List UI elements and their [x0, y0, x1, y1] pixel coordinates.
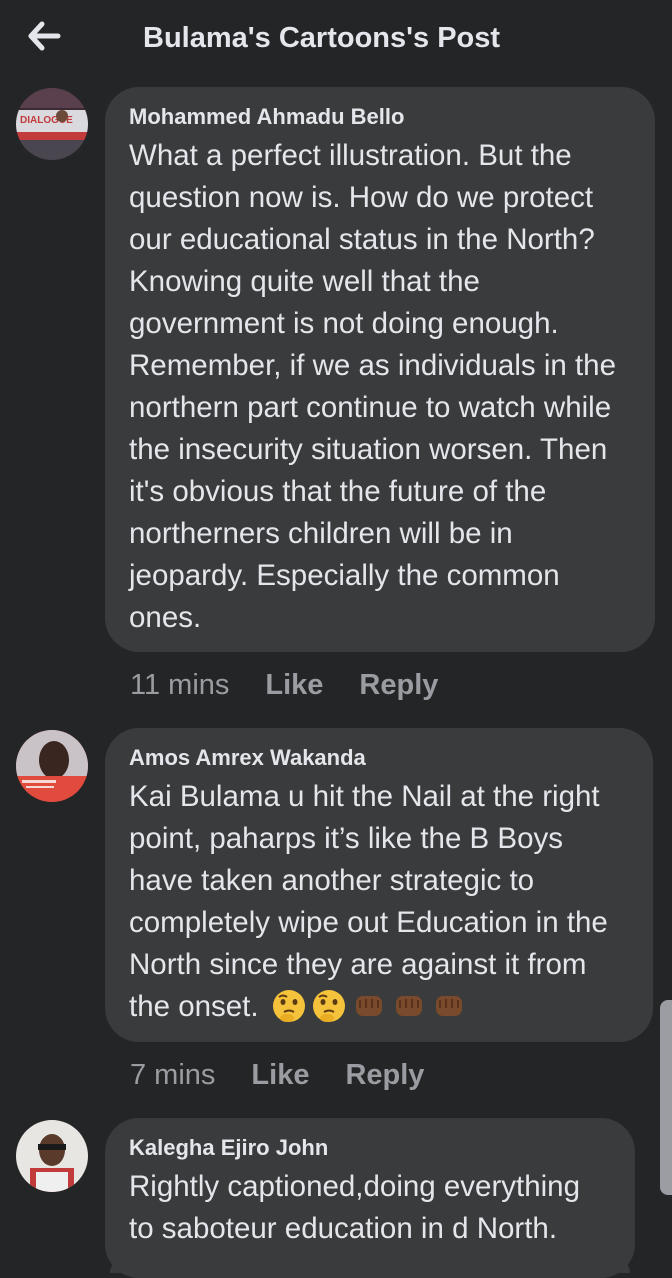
- comment-actions: 11 mins Like Reply: [130, 665, 474, 705]
- scrollbar[interactable]: [660, 1000, 672, 1195]
- like-button[interactable]: Like: [265, 669, 323, 702]
- back-button[interactable]: [24, 18, 64, 54]
- emoji-group: [259, 990, 467, 1023]
- avatar-image: [16, 730, 88, 802]
- fist-icon: [355, 996, 382, 1016]
- top-bar: Bulama's Cartoons's Post: [0, 0, 672, 80]
- comment-bubble: Kalegha Ejiro John Rightly captioned,doi…: [105, 1118, 635, 1278]
- avatar[interactable]: [16, 730, 88, 802]
- reply-button[interactable]: Reply: [345, 1059, 424, 1092]
- page-title: Bulama's Cartoons's Post: [143, 22, 501, 54]
- avatar[interactable]: DIALOGUE: [16, 88, 88, 160]
- fist-icon: [435, 996, 462, 1016]
- avatar-image: DIALOGUE: [16, 88, 88, 160]
- comment-text: Rightly captioned,doing everything to sa…: [129, 1170, 580, 1245]
- avatar[interactable]: [16, 1120, 88, 1192]
- comment-author[interactable]: Amos Amrex Wakanda: [129, 744, 629, 772]
- comment-timestamp[interactable]: 7 mins: [130, 1059, 215, 1092]
- thinking-face-icon: [272, 990, 305, 1022]
- arrow-left-icon: [28, 21, 61, 51]
- thinking-face-icon: [312, 990, 345, 1022]
- comment-text-content: Kai Bulama u hit the Nail at the right p…: [129, 780, 608, 1023]
- comment-author[interactable]: Mohammed Ahmadu Bello: [129, 103, 631, 131]
- like-button[interactable]: Like: [251, 1059, 309, 1092]
- reply-button[interactable]: Reply: [359, 669, 438, 702]
- avatar-image: [16, 1120, 88, 1192]
- comment-text: What a perfect illustration. But the que…: [129, 139, 616, 634]
- comment-author[interactable]: Kalegha Ejiro John: [129, 1134, 611, 1162]
- comment-actions: 7 mins Like Reply: [130, 1055, 460, 1095]
- write-comment-bar[interactable]: [110, 1262, 630, 1273]
- comment-text: Kai Bulama u hit the Nail at the right p…: [129, 776, 629, 1028]
- fist-icon: [395, 996, 422, 1016]
- comment-timestamp[interactable]: 11 mins: [130, 669, 229, 702]
- comment-bubble: Mohammed Ahmadu Bello What a perfect ill…: [105, 87, 655, 652]
- comment-bubble: Amos Amrex Wakanda Kai Bulama u hit the …: [105, 728, 653, 1042]
